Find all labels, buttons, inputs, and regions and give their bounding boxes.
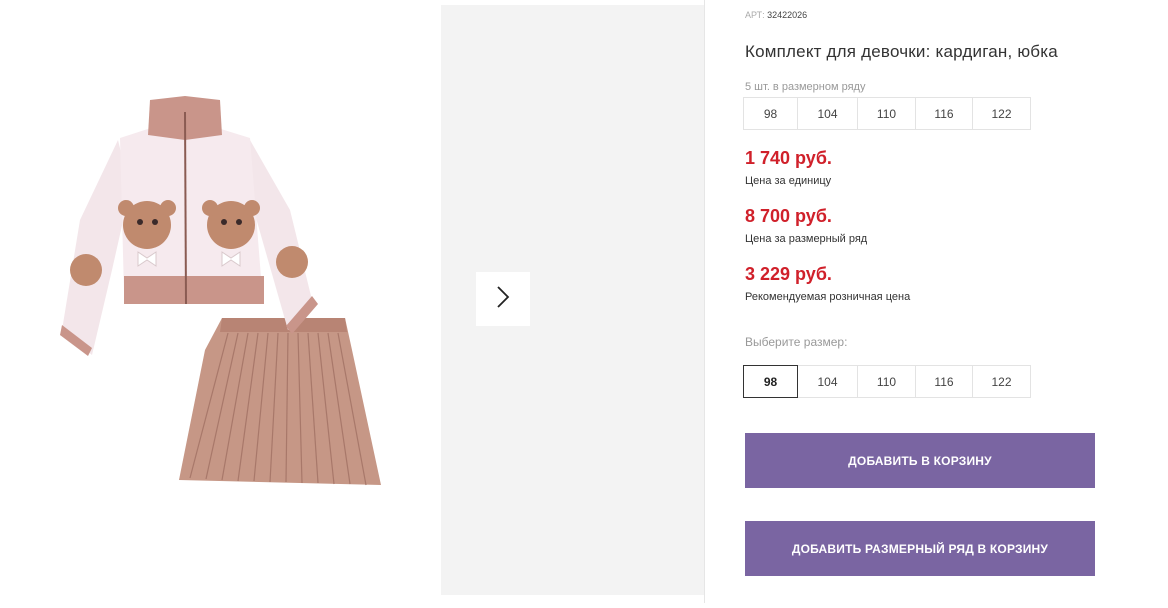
gallery-next-button[interactable]: [476, 272, 530, 326]
add-size-row-to-cart-button[interactable]: ДОБАВИТЬ РАЗМЕРНЫЙ РЯД В КОРЗИНУ: [745, 521, 1095, 576]
size-option-110[interactable]: 110: [857, 365, 916, 398]
size-row-hint: 5 шт. в размерном ряду: [745, 81, 866, 93]
unit-price-label: Цена за единицу: [745, 175, 832, 187]
cardigan-image: [60, 96, 318, 356]
size-row-item: 116: [915, 97, 973, 130]
size-selector: 98 104 110 116 122: [743, 365, 1031, 398]
size-option-98[interactable]: 98: [743, 365, 798, 398]
size-option-104[interactable]: 104: [797, 365, 858, 398]
size-row-item: 98: [743, 97, 798, 130]
skirt-image: [179, 318, 381, 486]
sku-value: 32422026: [767, 10, 808, 20]
retail-price-label: Рекомендуемая розничная цена: [745, 291, 911, 303]
size-row-item: 110: [857, 97, 916, 130]
unit-price: 1 740 руб.: [745, 148, 832, 168]
size-select-label: Выберите размер:: [745, 335, 848, 349]
product-image-main[interactable]: [0, 0, 441, 603]
row-price-label: Цена за размерный ряд: [745, 233, 868, 245]
add-to-cart-button[interactable]: ДОБАВИТЬ В КОРЗИНУ: [745, 433, 1095, 488]
size-option-122[interactable]: 122: [972, 365, 1031, 398]
sku-label: АРТ:: [745, 10, 765, 20]
size-row-item: 104: [797, 97, 858, 130]
divider: [704, 0, 705, 603]
row-price: 8 700 руб.: [745, 206, 832, 226]
size-row-item: 122: [972, 97, 1031, 130]
size-row: 98 104 110 116 122: [743, 97, 1031, 130]
retail-price: 3 229 руб.: [745, 264, 832, 284]
product-title: Комплект для девочки: кардиган, юбка: [745, 42, 1058, 61]
chevron-right-icon: [495, 285, 511, 314]
sku: АРТ: 32422026: [745, 10, 807, 20]
size-option-116[interactable]: 116: [915, 365, 973, 398]
product-photo: [60, 96, 381, 486]
